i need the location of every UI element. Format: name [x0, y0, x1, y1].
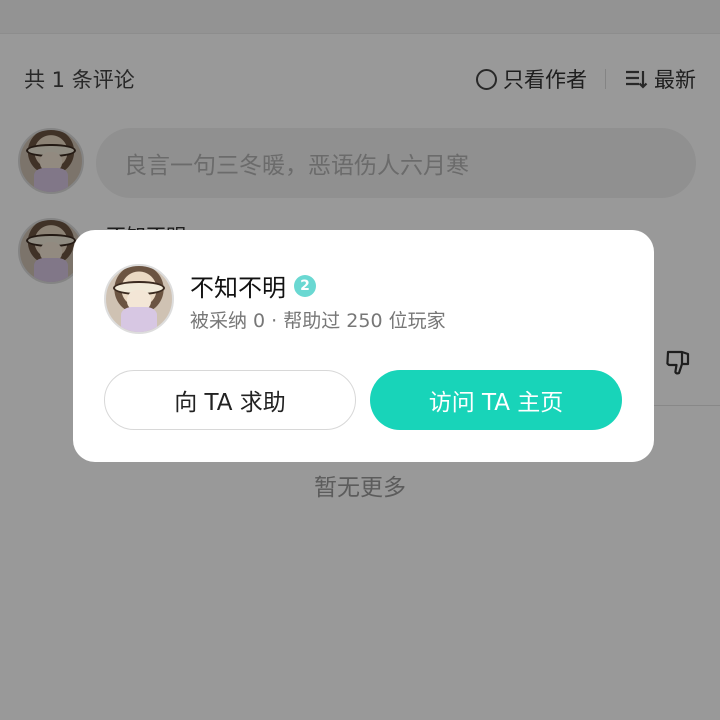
user-name: 不知不明 [190, 274, 286, 302]
user-stats: 被采纳 0 · 帮助过 250 位玩家 [190, 310, 446, 332]
ask-for-help-button[interactable]: 向 TA 求助 [104, 370, 356, 430]
user-name-row: 不知不明 2 [190, 268, 316, 303]
user-card-dialog: 不知不明 2 被采纳 0 · 帮助过 250 位玩家 向 TA 求助 访问 TA… [73, 230, 654, 462]
user-avatar[interactable] [104, 264, 174, 334]
level-badge: 2 [294, 274, 316, 297]
visit-homepage-button[interactable]: 访问 TA 主页 [370, 370, 622, 430]
